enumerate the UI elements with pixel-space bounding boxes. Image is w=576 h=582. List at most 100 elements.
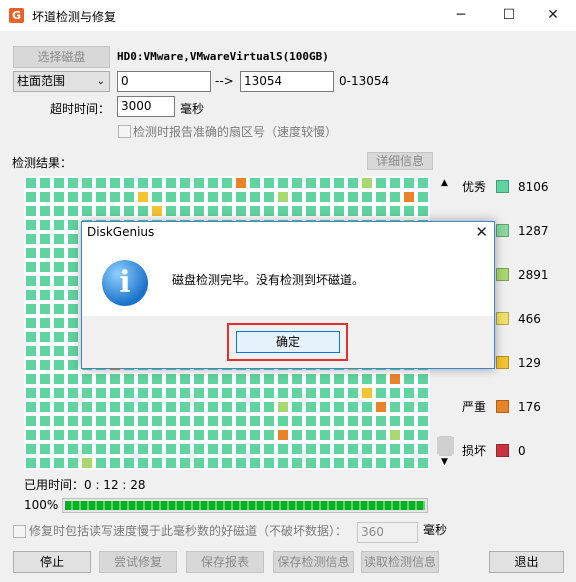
sector-block	[180, 430, 190, 440]
sector-block	[124, 430, 134, 440]
sector-block	[264, 388, 274, 398]
sector-block	[404, 374, 414, 384]
save-report-button[interactable]: 保存报表	[186, 551, 264, 573]
sector-block	[54, 178, 64, 188]
sector-block	[404, 402, 414, 412]
sector-block	[82, 206, 92, 216]
sector-block	[334, 374, 344, 384]
range-end-input[interactable]: 13054	[240, 71, 334, 92]
sector-block	[68, 234, 78, 244]
sector-block	[82, 430, 92, 440]
sector-block	[166, 402, 176, 412]
sector-block	[264, 374, 274, 384]
sector-block	[152, 402, 162, 412]
sector-block	[124, 444, 134, 454]
sector-block	[26, 430, 36, 440]
sector-block	[68, 220, 78, 230]
sector-block	[306, 444, 316, 454]
legend-count: 8106	[518, 180, 549, 194]
load-info-button[interactable]: 读取检测信息	[361, 551, 439, 573]
sector-block	[348, 402, 358, 412]
timeout-input[interactable]: 3000	[117, 96, 175, 117]
sector-block	[124, 374, 134, 384]
report-sector-label: 检测时报告准确的扇区号（速度较慢）	[133, 125, 338, 139]
sector-block	[110, 178, 120, 188]
sector-block	[418, 206, 428, 216]
sector-block	[222, 430, 232, 440]
sector-block	[194, 388, 204, 398]
repair-slow-label: 修复时包括读写速度慢于此毫秒数的好磁道（不破坏数据）：	[29, 524, 348, 538]
sector-block	[222, 458, 232, 468]
sector-block	[250, 388, 260, 398]
sector-block	[124, 192, 134, 202]
sector-block	[208, 402, 218, 412]
sector-block	[222, 444, 232, 454]
detail-info-button[interactable]: 详细信息	[367, 152, 433, 170]
repair-slow-checkbox[interactable]	[13, 525, 26, 538]
sector-block	[320, 178, 330, 188]
sector-block	[362, 416, 372, 426]
sector-block	[40, 402, 50, 412]
sector-block	[124, 388, 134, 398]
try-repair-button[interactable]: 尝试修复	[99, 551, 177, 573]
timeout-unit: 毫秒	[180, 102, 205, 116]
sector-block	[54, 416, 64, 426]
sector-block	[418, 388, 428, 398]
sector-block	[54, 206, 64, 216]
sector-block	[264, 178, 274, 188]
range-start-input[interactable]: 0	[117, 71, 211, 92]
sector-block	[40, 178, 50, 188]
sector-block	[362, 444, 372, 454]
sector-block	[222, 374, 232, 384]
sector-block	[194, 458, 204, 468]
sector-block	[124, 402, 134, 412]
sector-block	[264, 444, 274, 454]
dialog-close-button[interactable]: ✕	[475, 223, 488, 241]
save-info-button[interactable]: 保存检测信息	[273, 551, 354, 573]
minimize-button[interactable]: ─	[438, 0, 484, 31]
range-mode-select[interactable]: 柱面范围 ⌄	[13, 71, 110, 92]
sector-block	[152, 444, 162, 454]
sector-block	[152, 388, 162, 398]
sector-block	[362, 458, 372, 468]
close-button[interactable]: ✕	[530, 0, 576, 31]
sector-block	[180, 416, 190, 426]
sector-block	[418, 458, 428, 468]
sector-block	[306, 178, 316, 188]
exit-button[interactable]: 退出	[489, 551, 564, 573]
select-disk-button[interactable]: 选择磁盘	[13, 46, 110, 68]
report-sector-checkbox[interactable]	[118, 125, 131, 138]
sector-block	[40, 318, 50, 328]
sector-block	[404, 206, 414, 216]
sector-block	[208, 430, 218, 440]
legend-swatch	[496, 400, 509, 413]
sector-block	[348, 388, 358, 398]
sector-block	[278, 402, 288, 412]
sector-block	[54, 234, 64, 244]
sector-block	[26, 178, 36, 188]
sector-block	[376, 388, 386, 398]
scroll-up-icon[interactable]: ▲	[441, 178, 448, 188]
sector-block	[334, 402, 344, 412]
highlight-box	[227, 323, 348, 361]
sector-block	[82, 458, 92, 468]
sector-block	[250, 192, 260, 202]
sector-block	[194, 444, 204, 454]
legend-swatch	[496, 444, 509, 457]
sector-block	[404, 178, 414, 188]
stop-button[interactable]: 停止	[13, 551, 91, 573]
sector-block	[320, 388, 330, 398]
sector-block	[110, 416, 120, 426]
sector-block	[26, 360, 36, 370]
scroll-down-icon[interactable]: ▼	[441, 457, 448, 467]
sector-block	[40, 444, 50, 454]
sector-block	[236, 416, 246, 426]
maximize-button[interactable]: ☐	[486, 0, 532, 31]
sector-block	[278, 206, 288, 216]
sector-block	[362, 374, 372, 384]
repair-ms-input[interactable]: 360	[357, 522, 418, 543]
sector-block	[264, 192, 274, 202]
sector-block	[236, 444, 246, 454]
range-hint: 0-13054	[339, 74, 390, 88]
sector-block	[180, 444, 190, 454]
